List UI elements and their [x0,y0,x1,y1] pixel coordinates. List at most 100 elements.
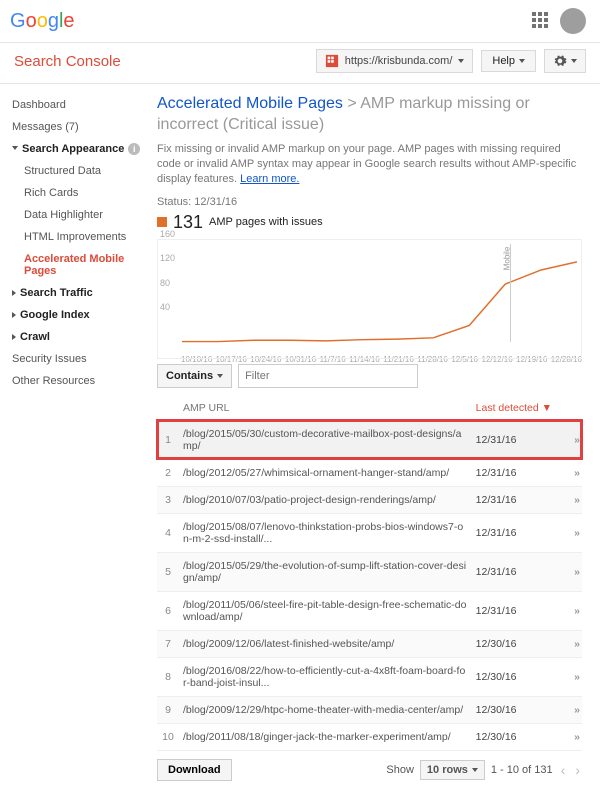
row-expand-button[interactable]: » [556,657,582,696]
chevron-right-icon: » [574,605,578,617]
row-expand-button[interactable]: » [556,696,582,723]
row-date: 12/30/16 [472,630,556,657]
caret-down-icon [12,146,18,153]
row-index: 8 [157,657,179,696]
row-url: /blog/2011/05/06/steel-fire-pit-table-de… [179,591,472,630]
row-expand-button[interactable]: » [556,513,582,552]
sidebar-item-structured-data[interactable]: Structured Data [12,160,145,182]
chevron-right-icon: » [574,671,578,683]
sidebar-item-search-traffic[interactable]: Search Traffic [12,282,145,304]
chevron-right-icon: » [574,494,578,506]
sidebar-item-html-improvements[interactable]: HTML Improvements [12,226,145,248]
avatar[interactable] [560,8,586,34]
gear-icon [553,54,567,68]
sidebar-item-google-index[interactable]: Google Index [12,304,145,326]
issue-count: 131 AMP pages with issues [157,212,582,233]
row-expand-button[interactable]: » [556,552,582,591]
chart-ytick: 160 [160,229,175,239]
sidebar-item-security[interactable]: Security Issues [12,348,145,370]
table-row[interactable]: 5/blog/2015/05/29/the-evolution-of-sump-… [157,552,582,591]
google-logo[interactable]: Google [10,10,75,33]
chevron-down-icon [217,374,223,378]
caret-right-icon [12,334,16,340]
table-row[interactable]: 1/blog/2015/05/30/custom-decorative-mail… [157,420,582,459]
filter-mode-button[interactable]: Contains [157,364,232,388]
row-date: 12/31/16 [472,552,556,591]
table-row[interactable]: 7/blog/2009/12/06/latest-finished-websit… [157,630,582,657]
row-date: 12/31/16 [472,459,556,486]
chevron-down-icon [571,59,577,63]
row-url: /blog/2015/05/30/custom-decorative-mailb… [179,420,472,459]
chevron-down-icon [458,59,464,63]
col-last-detected[interactable]: Last detected ▼ [472,396,556,421]
row-url: /blog/2009/12/06/latest-finished-website… [179,630,472,657]
caret-right-icon [12,290,16,296]
help-button[interactable]: Help [481,50,536,72]
sidebar-item-other[interactable]: Other Resources [12,370,145,392]
chevron-right-icon: » [574,467,578,479]
chevron-right-icon: » [574,434,578,446]
next-page-button[interactable]: › [573,762,582,778]
row-expand-button[interactable]: » [556,420,582,459]
info-icon[interactable]: i [128,143,140,155]
prev-page-button[interactable]: ‹ [559,762,568,778]
trend-chart: Mobile 4080120160 [157,239,582,359]
sidebar-item-crawl[interactable]: Crawl [12,326,145,348]
row-date: 12/31/16 [472,513,556,552]
row-url: /blog/2015/08/07/lenovo-thinkstation-pro… [179,513,472,552]
sidebar-item-rich-cards[interactable]: Rich Cards [12,182,145,204]
sidebar-item-amp[interactable]: Accelerated Mobile Pages [12,248,145,282]
chart-ytick: 120 [160,253,175,263]
row-url: /blog/2009/12/29/htpc-home-theater-with-… [179,696,472,723]
chart-ytick: 40 [160,302,170,312]
row-index: 6 [157,591,179,630]
settings-button[interactable] [544,49,586,73]
chevron-right-icon: » [574,704,578,716]
chart-ytick: 80 [160,278,170,288]
chart-line [182,244,577,343]
page-range: 1 - 10 of 131 [491,764,553,776]
table-row[interactable]: 2/blog/2012/05/27/whimsical-ornament-han… [157,459,582,486]
row-date: 12/30/16 [472,723,556,750]
sidebar-item-dashboard[interactable]: Dashboard [12,94,145,116]
table-row[interactable]: 4/blog/2015/08/07/lenovo-thinkstation-pr… [157,513,582,552]
chevron-right-icon: » [574,566,578,578]
download-button[interactable]: Download [157,759,232,781]
table-row[interactable]: 3/blog/2010/07/03/patio-project-design-r… [157,486,582,513]
row-url: /blog/2010/07/03/patio-project-design-re… [179,486,472,513]
table-row[interactable]: 10/blog/2011/08/18/ginger-jack-the-marke… [157,723,582,750]
site-icon [325,54,339,68]
chevron-right-icon: » [574,638,578,650]
row-expand-button[interactable]: » [556,630,582,657]
caret-right-icon [12,312,16,318]
table-row[interactable]: 9/blog/2009/12/29/htpc-home-theater-with… [157,696,582,723]
app-title[interactable]: Search Console [14,53,121,70]
sidebar-item-messages[interactable]: Messages (7) [12,116,145,138]
table-row[interactable]: 8/blog/2016/08/22/how-to-efficiently-cut… [157,657,582,696]
app-toolbar: Search Console https://krisbunda.com/ He… [0,43,600,84]
page-description: Fix missing or invalid AMP markup on you… [157,142,582,188]
row-expand-button[interactable]: » [556,459,582,486]
issues-table: AMP URL Last detected ▼ 1/blog/2015/05/3… [157,396,582,751]
row-index: 2 [157,459,179,486]
apps-grid-icon[interactable] [532,12,548,31]
chevron-right-icon: » [574,731,578,743]
row-url: /blog/2016/08/22/how-to-efficiently-cut-… [179,657,472,696]
row-index: 1 [157,420,179,459]
row-expand-button[interactable]: » [556,591,582,630]
global-header: Google [0,0,600,43]
sidebar-item-data-highlighter[interactable]: Data Highlighter [12,204,145,226]
row-expand-button[interactable]: » [556,723,582,750]
row-expand-button[interactable]: » [556,486,582,513]
site-selector[interactable]: https://krisbunda.com/ [316,49,474,73]
pager: Show 10 rows 1 - 10 of 131 ‹ › [386,760,582,780]
learn-more-link[interactable]: Learn more. [240,173,299,185]
breadcrumb-root[interactable]: Accelerated Mobile Pages [157,95,343,112]
filter-input[interactable] [238,364,418,388]
row-index: 5 [157,552,179,591]
table-row[interactable]: 6/blog/2011/05/06/steel-fire-pit-table-d… [157,591,582,630]
site-url: https://krisbunda.com/ [345,55,453,67]
rows-per-page[interactable]: 10 rows [420,760,485,780]
sidebar-item-search-appearance[interactable]: Search Appearance i [12,138,145,160]
col-amp-url[interactable]: AMP URL [179,396,472,421]
